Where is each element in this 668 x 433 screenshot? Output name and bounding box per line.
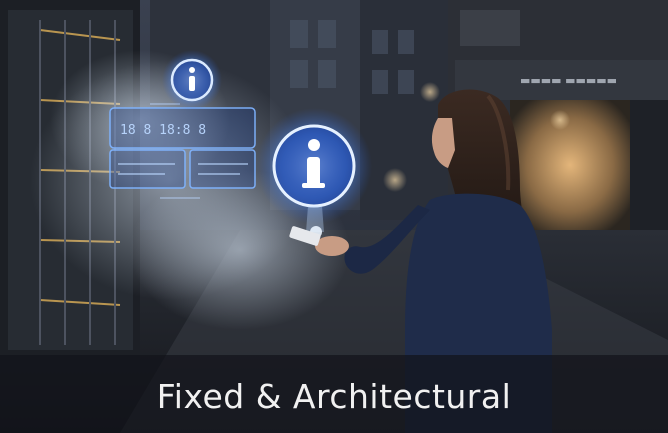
image-frame: ▬▬▬▬ ▬▬▬▬▬ 18 8 18:8 8 Fixed & Architect… [0, 0, 668, 433]
svg-text:▬▬▬▬ ▬▬▬▬▬: ▬▬▬▬ ▬▬▬▬▬ [520, 74, 617, 87]
info-icon [162, 50, 222, 110]
caption-bar: Fixed & Architectural [0, 355, 668, 433]
svg-text:18 8 18:8 8: 18 8 18:8 8 [120, 123, 206, 138]
hologram-panel: 18 8 18:8 8 [109, 103, 256, 199]
caption-text: Fixed & Architectural [156, 376, 512, 416]
